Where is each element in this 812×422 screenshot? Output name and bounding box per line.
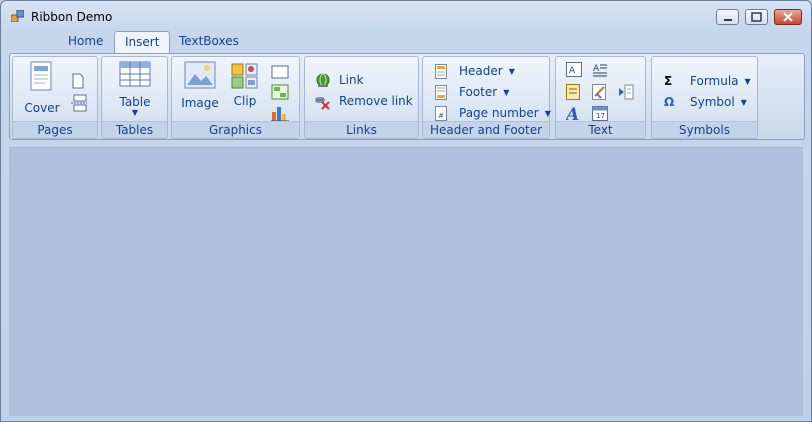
clip-art-icon [231, 63, 258, 89]
image-label: Image [181, 96, 219, 110]
group-links-label: Links [305, 121, 418, 138]
workspace-area[interactable] [9, 147, 803, 416]
group-header-footer: Header ▼ Footer ▼ # Page number ▼ Header an… [422, 56, 551, 139]
omega-icon: Ω [664, 95, 675, 109]
remove-link-icon [315, 96, 330, 110]
minimize-button[interactable] [716, 9, 739, 25]
cover-button[interactable]: Cover [21, 61, 63, 115]
remove-link-label: Remove link [339, 94, 413, 108]
cover-page-icon [30, 61, 52, 91]
drop-cap-icon[interactable]: A [566, 105, 582, 121]
table-icon [119, 61, 151, 87]
chevron-down-icon: ▼ [131, 108, 139, 117]
text-box-icon[interactable]: A [566, 62, 582, 77]
group-links: Link Remove link Links [304, 56, 419, 139]
symbol-label: Symbol [690, 95, 735, 109]
app-icon [11, 10, 24, 22]
clip-label: Clip [233, 94, 257, 108]
maximize-button[interactable] [745, 9, 768, 25]
svg-text:#: # [438, 112, 444, 120]
smartart-icon[interactable] [271, 84, 289, 100]
group-symbols: Σ Formula ▼ Ω Symbol ▼ Symbols [651, 56, 758, 139]
link-label: Link [339, 73, 364, 87]
footer-button[interactable]: Footer ▼ [435, 83, 509, 101]
group-text-label: Text [556, 121, 645, 138]
formula-label: Formula [690, 74, 739, 88]
group-tables: Table ▼ Tables [101, 56, 168, 139]
chevron-down-icon: ▼ [508, 66, 515, 76]
page-break-icon[interactable] [70, 94, 88, 112]
image-icon [184, 61, 216, 89]
formula-button[interactable]: Σ Formula ▼ [664, 72, 751, 90]
window-title: Ribbon Demo [31, 10, 113, 24]
group-tables-label: Tables [102, 121, 167, 138]
maximize-icon [751, 12, 762, 22]
shape-icon[interactable] [271, 65, 289, 79]
page-number-label: Page number [459, 106, 539, 120]
cover-label: Cover [24, 101, 60, 115]
page-number-button[interactable]: # Page number ▼ [435, 104, 551, 122]
ribbon-panel: Cover Pages Table ▼ Tables Image Clip Gr… [9, 53, 805, 140]
tab-home[interactable]: Home [58, 31, 113, 52]
close-button[interactable] [774, 9, 802, 25]
group-graphics: Image Clip Graphics [171, 56, 300, 139]
tab-insert[interactable]: Insert [114, 31, 171, 54]
chevron-down-icon: ▼ [544, 108, 551, 118]
image-button[interactable]: Image [178, 61, 222, 110]
group-pages: Cover Pages [12, 56, 98, 139]
symbol-button[interactable]: Ω Symbol ▼ [664, 93, 747, 111]
sigma-icon: Σ [664, 74, 673, 88]
group-symbols-label: Symbols [652, 121, 757, 138]
tab-textboxes[interactable]: TextBoxes [169, 31, 249, 52]
group-graphics-label: Graphics [172, 121, 299, 138]
chevron-down-icon: ▼ [503, 87, 510, 97]
header-label: Header [459, 64, 503, 78]
group-pages-label: Pages [13, 121, 97, 138]
header-button[interactable]: Header ▼ [435, 62, 515, 80]
title-bar[interactable]: Ribbon Demo [1, 1, 811, 31]
chevron-down-icon: ▼ [740, 97, 747, 107]
chart-icon[interactable] [271, 104, 289, 122]
page-number-icon: # [435, 106, 447, 121]
minimize-icon [724, 19, 732, 21]
date-time-icon[interactable]: 17 [592, 105, 608, 121]
svg-text:A: A [569, 66, 576, 76]
header-icon [435, 64, 447, 79]
quick-parts-icon[interactable] [566, 84, 580, 100]
group-text: A A A 17 Text [555, 56, 646, 139]
svg-text:17: 17 [596, 112, 605, 120]
group-header-footer-label: Header and Footer [423, 121, 549, 138]
table-button[interactable]: Table ▼ [108, 61, 162, 117]
globe-link-icon [316, 73, 330, 87]
wordart-lines-icon[interactable]: A [592, 62, 608, 77]
remove-link-button[interactable]: Remove link [315, 92, 413, 110]
blank-page-icon[interactable] [71, 73, 85, 89]
object-icon[interactable] [618, 84, 634, 100]
footer-label: Footer [459, 85, 498, 99]
close-icon [783, 12, 793, 22]
clip-button[interactable]: Clip [228, 63, 262, 108]
signature-line-icon[interactable] [592, 84, 608, 100]
link-button[interactable]: Link [315, 71, 364, 89]
svg-text:A: A [566, 105, 579, 121]
footer-icon [435, 85, 447, 100]
main-window: Ribbon Demo Home Insert TextBoxes Cover [0, 0, 812, 422]
table-label: Table [119, 95, 151, 109]
chevron-down-icon: ▼ [744, 76, 751, 86]
